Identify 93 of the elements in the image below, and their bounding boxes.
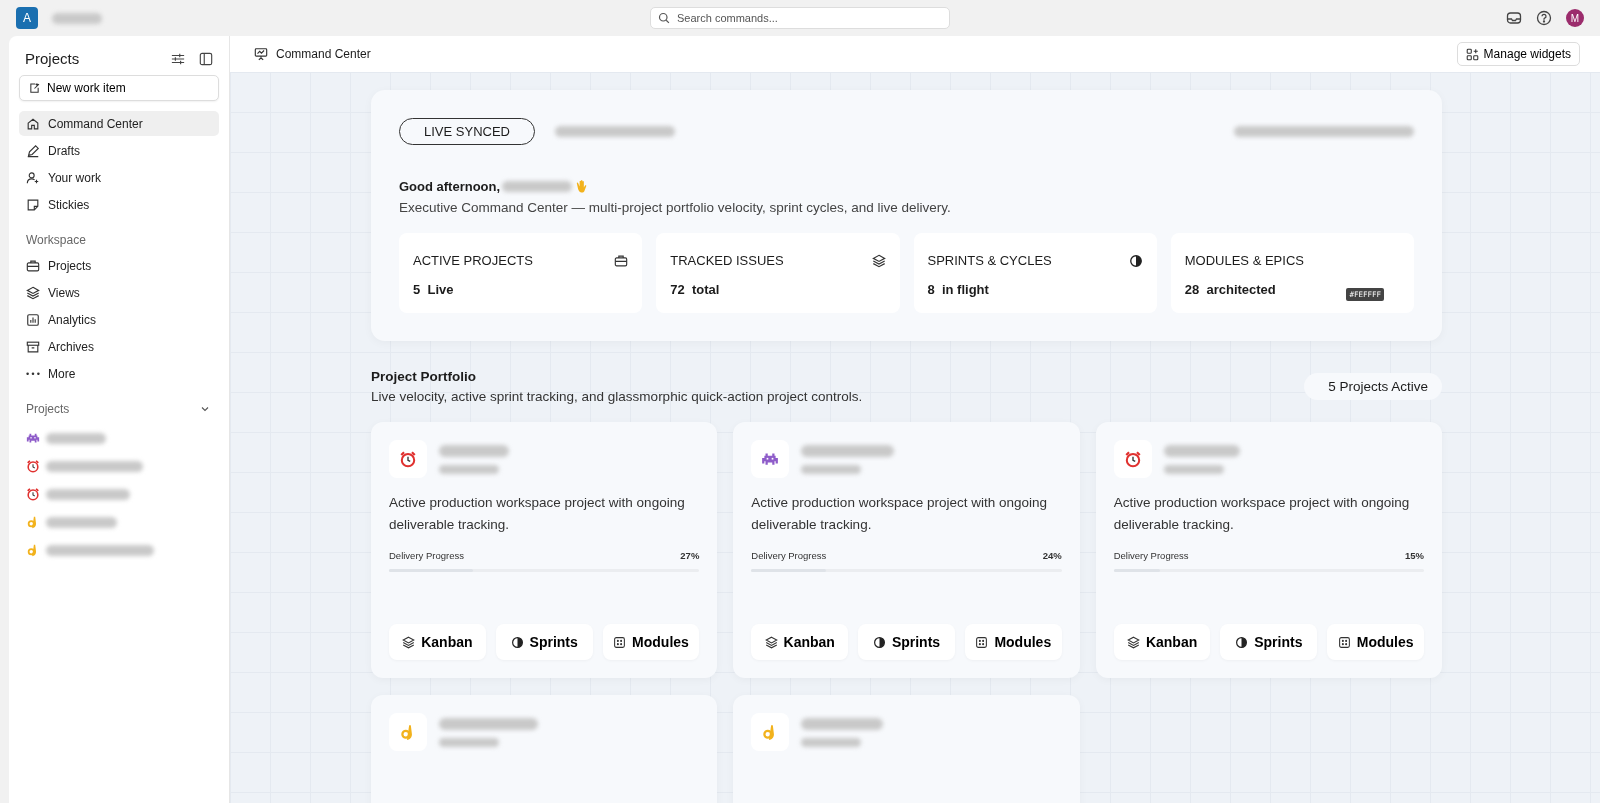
alarm-clock-icon bbox=[1123, 450, 1142, 468]
progress-percent: 24% bbox=[1042, 550, 1062, 561]
action-button[interactable]: Modules bbox=[602, 624, 700, 660]
filter-sliders-icon[interactable] bbox=[171, 51, 185, 66]
alien-icon bbox=[26, 431, 40, 445]
action-button[interactable]: Kanban bbox=[389, 624, 486, 660]
action-button[interactable]: Modules bbox=[1327, 624, 1424, 660]
search-field[interactable]: Search commands... bbox=[650, 7, 950, 29]
new-item-icon bbox=[28, 81, 41, 95]
bar-chart-icon bbox=[26, 312, 40, 327]
presentation-icon bbox=[254, 47, 268, 61]
alarm-clock-icon bbox=[26, 487, 40, 501]
inbox-icon[interactable] bbox=[1506, 10, 1522, 26]
stat-label: ACTIVE PROJECTS bbox=[413, 253, 533, 268]
stat-value: 72 total bbox=[670, 282, 720, 297]
half-circle-icon bbox=[872, 635, 886, 649]
progress-label: Delivery Progress bbox=[751, 550, 827, 561]
progress-label: Delivery Progress bbox=[389, 550, 464, 561]
layers-icon bbox=[1126, 635, 1140, 649]
layers-icon bbox=[764, 635, 778, 649]
subtitle: Executive Command Center — multi-project portfolio velocity, sprint cycles, and live delivery. bbox=[399, 200, 952, 215]
alien-icon bbox=[761, 450, 780, 468]
nav-item[interactable]: Analytics bbox=[19, 307, 219, 332]
nav-item[interactable]: More bbox=[19, 361, 219, 386]
home-icon bbox=[26, 116, 40, 131]
half-circle-icon bbox=[1128, 253, 1143, 268]
stat-value: 8 in flight bbox=[927, 282, 989, 297]
pen-icon bbox=[26, 143, 40, 158]
section-heading: Projects bbox=[26, 402, 70, 416]
nav-item[interactable]: Your work bbox=[19, 165, 219, 190]
project-description: Active production workspace project with ongoing deliverable tracking. bbox=[389, 494, 686, 534]
section-title: Project Portfolio bbox=[371, 369, 477, 384]
user-avatar[interactable]: M bbox=[1566, 9, 1584, 27]
stat-label: TRACKED ISSUES bbox=[670, 253, 784, 268]
workspace-logo[interactable]: A bbox=[16, 7, 38, 29]
blurred-text bbox=[801, 464, 862, 474]
nav-item[interactable]: Command Center bbox=[19, 111, 219, 136]
project-description: Active production workspace project with ongoing deliverable tracking. bbox=[751, 494, 1048, 534]
grid-icon bbox=[975, 635, 989, 649]
nav-item[interactable]: Archives bbox=[19, 334, 219, 359]
count-badge: 5 Projects Active bbox=[1304, 373, 1442, 400]
progress-label: Delivery Progress bbox=[1113, 550, 1189, 561]
nav-item[interactable]: Projects bbox=[19, 253, 219, 278]
stat-label: MODULES & EPICS bbox=[1184, 253, 1304, 268]
alarm-clock-icon bbox=[399, 450, 417, 468]
grid-icon bbox=[1337, 635, 1351, 649]
blurred-text bbox=[46, 516, 117, 528]
blurred-text bbox=[439, 737, 499, 747]
action-button[interactable]: Sprints bbox=[858, 624, 955, 660]
stat-label: SPRINTS & CYCLES bbox=[927, 253, 1052, 268]
nav-item[interactable]: Drafts bbox=[19, 138, 219, 163]
layers-icon bbox=[871, 253, 886, 268]
stat-value: 5 Live bbox=[413, 282, 454, 297]
sidebar-title: Projects bbox=[25, 50, 81, 67]
nav-item[interactable]: Stickies bbox=[19, 192, 219, 217]
blurred-text bbox=[502, 181, 573, 192]
greeting: Good afternoon, bbox=[399, 179, 501, 194]
progress-percent: 15% bbox=[1405, 550, 1424, 561]
sticky-note-icon bbox=[26, 197, 40, 212]
help-icon[interactable] bbox=[1536, 10, 1552, 26]
action-button[interactable]: Kanban bbox=[751, 624, 849, 660]
blurred-text bbox=[1163, 464, 1224, 474]
more-icon bbox=[26, 371, 40, 376]
half-circle-icon bbox=[510, 635, 524, 649]
user-icon bbox=[26, 170, 40, 185]
stat-value: 28 architected bbox=[1184, 282, 1276, 297]
action-button[interactable]: Sprints bbox=[1220, 624, 1318, 660]
blurred-text bbox=[439, 444, 509, 457]
new-work-item-button[interactable]: New work item bbox=[19, 75, 219, 101]
page-title: Command Center bbox=[276, 47, 371, 61]
layers-icon bbox=[402, 635, 416, 649]
nav-item[interactable]: Views bbox=[19, 280, 219, 305]
action-button[interactable]: Kanban bbox=[1113, 624, 1211, 660]
widgets-icon bbox=[1465, 47, 1479, 61]
blurred-text bbox=[439, 464, 499, 474]
briefcase-icon bbox=[614, 253, 629, 268]
progress-percent: 27% bbox=[680, 550, 700, 561]
blurred-text bbox=[801, 737, 862, 747]
half-circle-icon bbox=[1235, 635, 1249, 649]
sidebar-toggle-icon[interactable] bbox=[199, 51, 213, 66]
blurred-text bbox=[46, 432, 106, 444]
manage-widgets-button[interactable]: Manage widgets bbox=[1456, 42, 1580, 66]
section-subtitle: Live velocity, active sprint tracking, and glassmorphic quick-action project controls. bbox=[371, 389, 863, 404]
action-button[interactable]: Sprints bbox=[495, 624, 593, 660]
project-description: Active production workspace project with ongoing deliverable tracking. bbox=[1113, 494, 1411, 534]
grid-icon bbox=[613, 635, 627, 649]
section-heading: Workspace bbox=[25, 232, 87, 249]
archive-icon bbox=[26, 339, 40, 354]
action-button[interactable]: Modules bbox=[964, 624, 1062, 660]
alarm-clock-icon bbox=[26, 459, 40, 473]
blurred-text bbox=[52, 12, 102, 24]
briefcase-icon bbox=[26, 258, 40, 273]
layers-icon bbox=[26, 285, 40, 300]
